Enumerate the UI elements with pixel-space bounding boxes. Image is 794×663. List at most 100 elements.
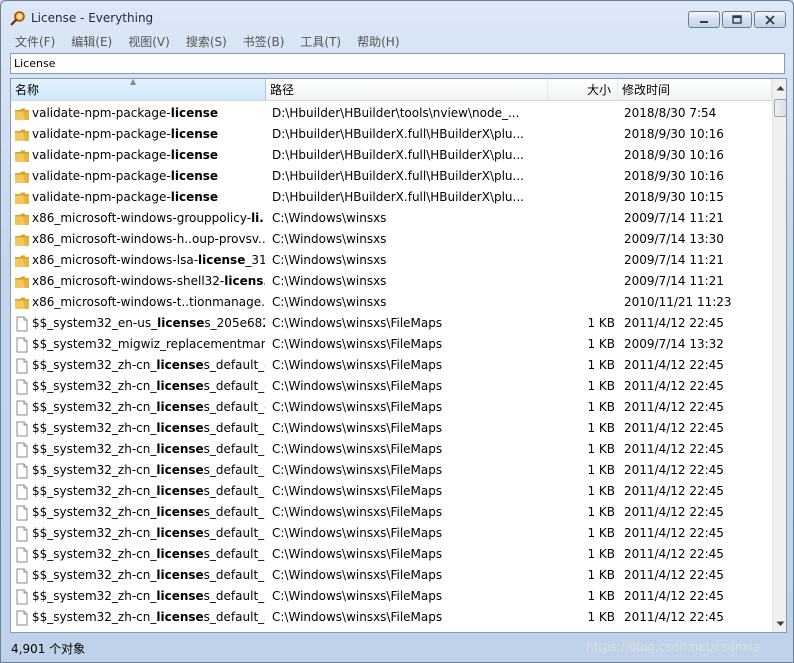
close-icon <box>765 14 775 25</box>
file-modified: 2018/8/30 7:54 <box>624 106 717 120</box>
menu-search[interactable]: 搜索(S) <box>177 33 234 50</box>
file-name-text: validate-npm-package- <box>32 190 171 204</box>
file-name-suffix: s_default_p... <box>203 568 265 582</box>
status-bar: 4,901 个对象 https://blog.csdn.net/csdnxia <box>1 635 793 662</box>
file-name: $$_system32_zh-cn_licenses_default_p... <box>32 586 265 607</box>
table-row[interactable]: $$_system32_zh-cn_licenses_default_st...… <box>11 607 772 628</box>
table-row[interactable]: $$_system32_zh-cn_licenses_default_h... C… <box>11 481 772 502</box>
minimize-button[interactable] <box>688 11 720 28</box>
file-name-match: license <box>170 169 219 183</box>
file-size: 1 KB <box>587 358 615 372</box>
file-size: 1 KB <box>587 610 615 624</box>
file-name-suffix: _31... <box>245 253 265 267</box>
file-name: x86_microsoft-windows-shell32-licens... <box>32 271 265 292</box>
scroll-up-button[interactable] <box>773 79 786 96</box>
file-name-text: $$_system32_en-us_ <box>32 316 158 330</box>
file-name-match: li... <box>251 211 265 225</box>
file-name-text: $$_system32_zh-cn_ <box>32 589 157 603</box>
table-row[interactable]: $$_system32_zh-cn_licenses_default_e... C… <box>11 376 772 397</box>
file-modified: 2009/7/14 11:21 <box>624 253 724 267</box>
column-header-name[interactable]: ▲ 名称 <box>11 79 266 100</box>
file-modified: 2009/7/14 11:21 <box>624 274 724 288</box>
table-row[interactable]: x86_microsoft-windows-t..tionmanage... C:… <box>11 292 772 313</box>
file-name-match: licens... <box>224 274 265 288</box>
column-header-modified[interactable]: 修改时间 <box>618 79 772 100</box>
column-header-path[interactable]: 路径 <box>266 79 548 100</box>
file-size <box>548 292 615 313</box>
file-name: $$_system32_zh-cn_licenses_default_p... <box>32 565 265 586</box>
folder-icon <box>14 253 30 269</box>
file-modified: 2011/4/12 22:45 <box>624 463 724 477</box>
menu-edit[interactable]: 编辑(E) <box>62 33 119 50</box>
menu-bookmarks[interactable]: 书签(B) <box>234 33 292 50</box>
file-name-suffix: s_default_st... <box>203 610 265 624</box>
table-row[interactable]: validate-npm-package-license D:\Hbuilder\… <box>11 145 772 166</box>
file-name-text: $$_system32_migwiz_replacementmani... <box>32 337 265 351</box>
file-path: C:\Windows\winsxs\FileMaps <box>272 547 443 561</box>
file-name: $$_system32_zh-cn_licenses_default_e... <box>32 355 265 376</box>
title-bar[interactable]: License - Everything <box>1 1 793 31</box>
table-row[interactable]: $$_system32_zh-cn_licenses_default_h... C… <box>11 460 772 481</box>
file-name-text: $$_system32_zh-cn_ <box>32 442 157 456</box>
file-modified: 2009/7/14 11:21 <box>624 211 724 225</box>
table-row[interactable]: validate-npm-package-license D:\Hbuilder\… <box>11 124 772 145</box>
file-path: C:\Windows\winsxs\FileMaps <box>272 505 443 519</box>
vertical-scrollbar[interactable] <box>772 79 786 632</box>
maximize-button[interactable] <box>722 11 752 28</box>
table-row[interactable]: $$_system32_migwiz_replacementmani... C:\… <box>11 334 772 355</box>
scroll-down-button[interactable] <box>773 615 786 632</box>
file-name-match: license <box>156 526 204 540</box>
table-row[interactable]: $$_system32_zh-cn_licenses_default_h... C… <box>11 439 772 460</box>
table-row[interactable]: validate-npm-package-license D:\Hbuilder\… <box>11 166 772 187</box>
file-size: 1 KB <box>587 316 615 330</box>
table-row[interactable]: validate-npm-package-license D:\Hbuilder\… <box>11 103 772 124</box>
table-row[interactable]: $$_system32_zh-cn_licenses_default_e... C… <box>11 397 772 418</box>
table-row[interactable]: x86_microsoft-windows-lsa-license_31... C… <box>11 250 772 271</box>
file-modified: 2011/4/12 22:45 <box>624 379 724 393</box>
file-name: $$_system32_zh-cn_licenses_default_e... <box>32 376 265 397</box>
file-name-match: license <box>156 589 204 603</box>
table-row[interactable]: $$_system32_zh-cn_licenses_default_p... C… <box>11 544 772 565</box>
file-name-match: license <box>170 190 219 204</box>
file-name-suffix: s_default_h... <box>203 505 265 519</box>
file-name-text: x86_microsoft-windows-h..oup-provsv... <box>32 232 265 246</box>
file-name-match: license <box>156 505 204 519</box>
file-name: validate-npm-package-license <box>32 166 265 187</box>
file-size: 1 KB <box>587 547 615 561</box>
table-row[interactable]: $$_system32_zh-cn_licenses_default_p... C… <box>11 586 772 607</box>
table-row[interactable]: x86_microsoft-windows-h..oup-provsv... C:… <box>11 229 772 250</box>
menu-tools[interactable]: 工具(T) <box>291 33 348 50</box>
table-row[interactable]: $$_system32_zh-cn_licenses_default_e... C… <box>11 355 772 376</box>
table-row[interactable]: x86_microsoft-windows-grouppolicy-li... C… <box>11 208 772 229</box>
table-row[interactable]: $$_system32_zh-cn_licenses_default_p... C… <box>11 565 772 586</box>
file-size: 1 KB <box>587 337 615 351</box>
file-path: C:\Windows\winsxs <box>272 211 387 225</box>
table-row[interactable]: $$_system32_en-us_licenses_205e682c... C:… <box>11 313 772 334</box>
file-name: validate-npm-package-license <box>32 103 265 124</box>
menu-view[interactable]: 视图(V) <box>119 33 177 50</box>
table-row[interactable]: $$_system32_zh-cn_licenses_default_h... C… <box>11 502 772 523</box>
table-row[interactable]: $$_system32_zh-cn_licenses_default_h... C… <box>11 418 772 439</box>
file-name-text: $$_system32_zh-cn_ <box>32 463 157 477</box>
scroll-thumb[interactable] <box>774 99 786 117</box>
file-icon <box>14 379 30 395</box>
table-row[interactable]: $$_system32_zh-cn_licenses_default_h... C… <box>11 523 772 544</box>
file-path: C:\Windows\winsxs\FileMaps <box>272 463 443 477</box>
table-row[interactable]: validate-npm-package-license D:\Hbuilder\… <box>11 187 772 208</box>
table-row[interactable]: x86_microsoft-windows-shell32-licens... C… <box>11 271 772 292</box>
file-name: $$_system32_zh-cn_licenses_default_h... <box>32 481 265 502</box>
file-modified: 2011/4/12 22:45 <box>624 505 724 519</box>
menu-help[interactable]: 帮助(H) <box>348 33 406 50</box>
results-list[interactable]: ▲ 名称 路径 大小 修改时间 validate-npm-package-lic… <box>10 78 787 633</box>
file-name-text: $$_system32_zh-cn_ <box>32 358 157 372</box>
column-header-row: ▲ 名称 路径 大小 修改时间 <box>11 79 772 101</box>
search-input[interactable] <box>11 54 784 73</box>
column-header-size[interactable]: 大小 <box>548 79 618 100</box>
file-name-match: license <box>156 610 204 624</box>
close-button[interactable] <box>754 11 786 28</box>
file-name: $$_system32_migwiz_replacementmani... <box>32 334 265 355</box>
file-path: D:\Hbuilder\HBuilderX.full\HBuilderX\plu… <box>272 127 524 141</box>
file-size <box>548 145 615 166</box>
file-icon <box>14 400 30 416</box>
menu-file[interactable]: 文件(F) <box>6 33 62 50</box>
